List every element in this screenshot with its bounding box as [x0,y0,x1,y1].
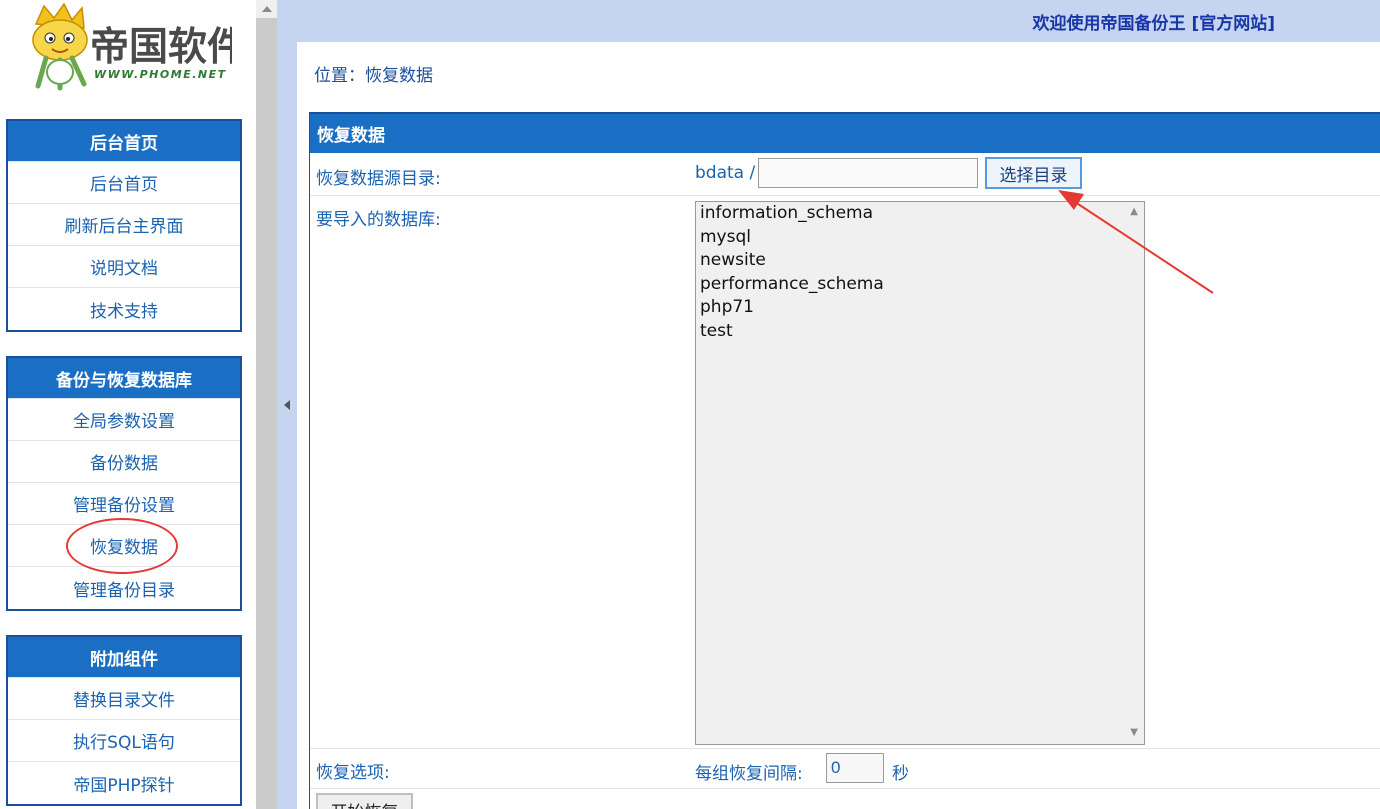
database-row: 要导入的数据库: information_schema mysql newsit… [310,196,1380,749]
menu-group-title: 备份与恢复数据库 [8,358,240,399]
scroll-up-icon[interactable] [256,0,277,18]
submit-row: 开始恢复 [310,789,1380,809]
database-option[interactable]: performance_schema [696,273,1144,297]
dir-input[interactable] [758,158,978,188]
restore-panel: 恢复数据 恢复数据源目录: bdata / 选择目录 要导入的数据库: info… [309,112,1380,809]
menu-group-home: 后台首页 后台首页 刷新后台主界面 说明文档 技术支持 [6,119,242,332]
start-restore-button[interactable]: 开始恢复 [316,793,413,809]
sidebar-item-backup-dirs[interactable]: 管理备份目录 [8,567,240,609]
database-option[interactable]: test [696,320,1144,344]
database-option[interactable]: newsite [696,249,1144,273]
logo-url: WWW.PHOME.NET [94,68,227,81]
panel-title: 恢复数据 [310,114,1380,153]
breadcrumb: 位置：恢复数据 [314,66,433,86]
sidebar-item-restore-data[interactable]: 恢复数据 [8,525,240,567]
dir-prefix: bdata / [695,163,756,183]
sidebar-item-docs[interactable]: 说明文档 [8,246,240,288]
menu-group-addons: 附加组件 替换目录文件 执行SQL语句 帝国PHP探针 [6,635,242,806]
logo-title: 帝国软件 [90,24,232,70]
collapse-left-icon[interactable] [283,399,291,411]
sidebar-item-support[interactable]: 技术支持 [8,288,240,330]
sidebar-item-backup-data[interactable]: 备份数据 [8,441,240,483]
database-select[interactable]: information_schema mysql newsite perform… [695,201,1145,745]
menu-group-title: 附加组件 [8,637,240,678]
interval-unit: 秒 [892,764,909,784]
source-dir-label: 恢复数据源目录: [316,169,441,189]
source-dir-row: 恢复数据源目录: bdata / 选择目录 [310,153,1380,196]
sidebar-item-replace-files[interactable]: 替换目录文件 [8,678,240,720]
list-scroll-up-icon[interactable]: ▲ [1130,206,1138,217]
app-root: 帝国软件 WWW.PHOME.NET 后台首页 后台首页 刷新后台主界面 说明文… [0,0,1380,809]
sidebar-item-php-probe[interactable]: 帝国PHP探针 [8,762,240,804]
sidebar-scrollbar[interactable] [256,0,277,809]
interval-input[interactable] [826,753,884,783]
choose-dir-button[interactable]: 选择目录 [985,157,1082,189]
sidebar-item-refresh[interactable]: 刷新后台主界面 [8,204,240,246]
list-scroll-down-icon[interactable]: ▼ [1130,727,1138,738]
sidebar-item-backup-settings[interactable]: 管理备份设置 [8,483,240,525]
top-bar: 欢迎使用帝国备份王 [官方网站] [297,0,1380,42]
sidebar: 帝国软件 WWW.PHOME.NET 后台首页 后台首页 刷新后台主界面 说明文… [0,0,256,809]
interval-label: 每组恢复间隔: [695,764,803,784]
menu-group-title: 后台首页 [8,121,240,162]
sidebar-item-home[interactable]: 后台首页 [8,162,240,204]
menu-group-backup: 备份与恢复数据库 全局参数设置 备份数据 管理备份设置 恢复数据 管理备份目录 [6,356,242,611]
phome-logo: 帝国软件 WWW.PHOME.NET [32,2,232,91]
database-option[interactable]: mysql [696,226,1144,250]
frame-splitter[interactable] [277,0,297,809]
welcome-link[interactable]: 欢迎使用帝国备份王 [官方网站] [1033,9,1275,34]
mascot-icon [32,2,88,91]
database-label: 要导入的数据库: [316,210,441,230]
options-label: 恢复选项: [316,763,390,783]
sidebar-item-global-settings[interactable]: 全局参数设置 [8,399,240,441]
sidebar-item-exec-sql[interactable]: 执行SQL语句 [8,720,240,762]
database-option[interactable]: information_schema [696,202,1144,226]
options-row: 恢复选项: 每组恢复间隔: 秒 [310,749,1380,789]
database-option[interactable]: php71 [696,296,1144,320]
